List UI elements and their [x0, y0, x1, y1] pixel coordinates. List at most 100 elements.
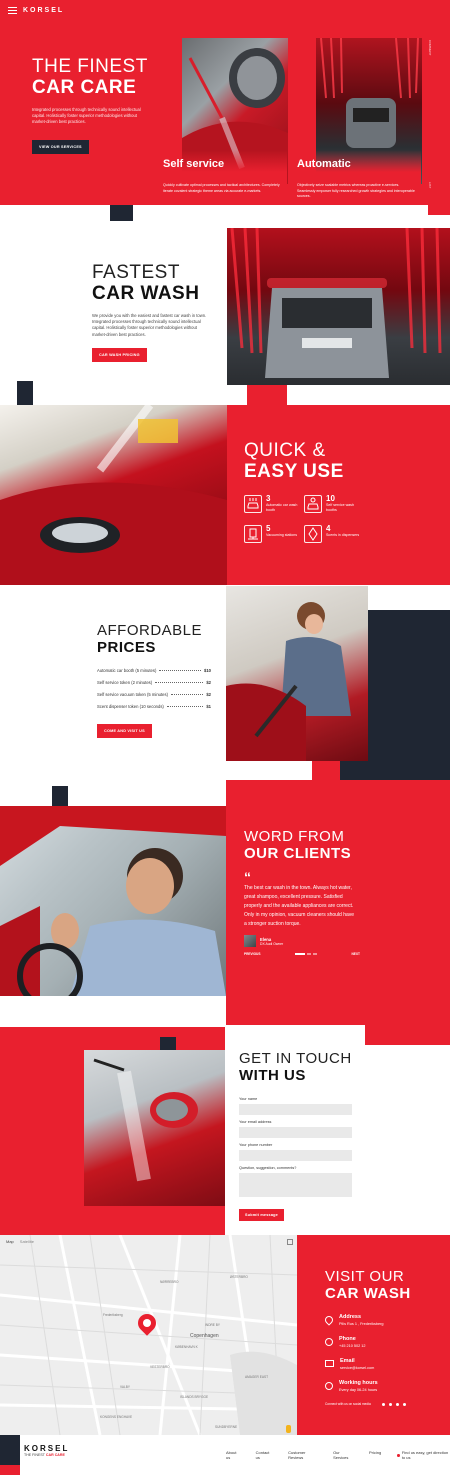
social-row: Connect with us on social media [325, 1402, 445, 1406]
view-services-button[interactable]: VIEW OUR SERVICES [32, 139, 89, 154]
comments-label: Question, suggestion, comments? [239, 1166, 297, 1170]
card-self-service: Self service Quickly cultivate optimal p… [163, 158, 283, 194]
quick-title-light: QUICK & [244, 440, 326, 461]
feature-number: 4 [326, 524, 331, 533]
card1-text: Quickly cultivate optimal processes and … [163, 183, 280, 193]
brand-logo[interactable]: KORSEL [23, 7, 64, 14]
footer-link-about[interactable]: About us [226, 1450, 240, 1460]
contact-form: Your name Your email address Your phone … [239, 1097, 419, 1221]
avatar [244, 935, 256, 947]
instagram-icon[interactable] [395, 1402, 399, 1406]
car-wash-pricing-button[interactable]: CAR WASH PRICING [92, 347, 147, 362]
clients-title-bold: OUR CLIENTS [244, 845, 352, 862]
phone-value[interactable]: +45 210 502 12 [339, 1344, 366, 1348]
fastest-photo [227, 228, 450, 385]
come-visit-button[interactable]: COME AND VISIT US [97, 724, 152, 738]
footer-tag-bold: CAR CARE [45, 1453, 65, 1457]
spray-booth-icon [304, 495, 322, 513]
facebook-icon[interactable] [381, 1402, 385, 1406]
next-button[interactable]: NEXT [351, 952, 360, 956]
prices-title-light: AFFORDABLE [97, 622, 203, 639]
clock-icon [325, 1382, 333, 1390]
fastest-text: We provide you with the easiest and fast… [92, 313, 207, 337]
email-field[interactable] [239, 1127, 352, 1138]
map[interactable]: Map Satellite Copenhagen Frederiksberg K… [0, 1235, 297, 1435]
email-value[interactable]: service@korsel.com [340, 1366, 374, 1370]
footer-link-reviews[interactable]: Customer Reviews [288, 1450, 317, 1460]
price-value: $10 [204, 668, 211, 673]
footer-link-services[interactable]: Our Services [333, 1450, 353, 1460]
price-list: Automatic car booth (5 minutes) $10 Self … [97, 668, 227, 709]
map-label: NØRREBRO [160, 1280, 179, 1284]
comments-field[interactable] [239, 1173, 352, 1197]
map-label: VALBY [120, 1385, 131, 1389]
map-label: ISLANDS BRYGGE [180, 1395, 209, 1399]
feature-item: 5 Vacuuming stations [244, 525, 304, 543]
footer-link-pricing[interactable]: Pricing [369, 1450, 381, 1460]
price-label: Scent dispenser token (10 seconds) [97, 704, 164, 709]
card2-title: Automatic [297, 158, 351, 170]
footer-link-contact[interactable]: Contact us [256, 1450, 272, 1460]
slider-dot[interactable] [312, 953, 317, 955]
submit-message-button[interactable]: Submit message [239, 1209, 284, 1221]
price-value: $2 [206, 692, 211, 697]
address-item: Address Pilis Rus 1 , Frederiksberg [323, 1314, 445, 1326]
phone-field[interactable] [239, 1150, 352, 1161]
clients-content: WORD FROM OUR CLIENTS “ The best car was… [244, 828, 434, 956]
satellite-tab[interactable]: Satellite [20, 1239, 34, 1244]
fastest-content: FASTEST CAR WASH We provide you with the… [92, 262, 222, 362]
feature-caption: Vacuuming stations [266, 533, 298, 537]
map-label: KØBENHAVN K [175, 1345, 198, 1349]
slider-dot[interactable] [306, 953, 311, 955]
contact-list: Address Pilis Rus 1 , Frederiksberg Phone… [323, 1314, 445, 1392]
side-text-top: COMMENT [428, 40, 432, 56]
hero-text: Integrated processes through technically… [32, 107, 141, 125]
name-field[interactable] [239, 1104, 352, 1115]
slider-dot-active[interactable] [294, 953, 305, 955]
map-label: SUNDBYERNE [215, 1425, 238, 1429]
price-row: Scent dispenser token (10 seconds) $1 [97, 704, 211, 709]
phone-label: Your phone number [239, 1143, 273, 1147]
footer-directions-link[interactable]: Find us easy, get direction to us [397, 1450, 450, 1460]
map-label: INDRE BY [205, 1323, 221, 1327]
footer-tag-light: THE FINEST [24, 1453, 45, 1457]
fastest-title-bold: CAR WASH [92, 283, 200, 304]
address-title: Address [339, 1314, 362, 1320]
hero-content: THE FINEST CAR CARE Integrated processes… [32, 57, 172, 154]
contact-photo-art [93, 1058, 198, 1182]
quote-icon: “ [244, 869, 251, 885]
contact-photo [84, 1050, 225, 1206]
price-label: Self service vacuum token (5 minutes) [97, 692, 168, 697]
decor-navy-block-4 [52, 786, 68, 808]
clients-photo-art [0, 806, 226, 996]
slider-dots [294, 953, 317, 955]
street-view-icon[interactable] [286, 1425, 291, 1433]
price-value: $2 [206, 680, 211, 685]
decor-red-block-1 [428, 205, 450, 215]
hero-title-bold: CAR CARE [32, 77, 137, 98]
clients-photo [0, 806, 226, 996]
top-bar: KORSEL [8, 7, 64, 14]
menu-icon[interactable] [8, 7, 17, 14]
feature-item: 3 Automatic car wash booth [244, 495, 304, 513]
fullscreen-icon[interactable] [287, 1239, 293, 1245]
footer-brand-block: KORSEL THE FINEST CAR CARE [24, 1444, 69, 1457]
name-label: Your name [239, 1097, 258, 1101]
card-automatic: Automatic Objectively seize scalable met… [297, 158, 417, 200]
footer-brand-logo[interactable]: KORSEL [24, 1444, 69, 1453]
feature-item: 10 Self service wash booths [304, 495, 364, 513]
visit-title-light: VISIT OUR [325, 1268, 405, 1285]
feature-caption: Self service wash booths [326, 503, 354, 512]
address-value: Pilis Rus 1 , Frederiksberg [339, 1322, 384, 1326]
map-tab[interactable]: Map [6, 1239, 14, 1244]
twitter-icon[interactable] [388, 1402, 392, 1406]
visit-content: VISIT OUR CAR WASH Address Pilis Rus 1 , … [323, 1268, 445, 1406]
prev-button[interactable]: PREVIOUS [244, 952, 260, 956]
phone-icon [325, 1338, 333, 1346]
youtube-icon[interactable] [402, 1402, 406, 1406]
decor-red-block-4 [365, 1025, 450, 1045]
email-title: Email [340, 1358, 355, 1364]
card2-text: Objectively seize scalable metrics where… [297, 183, 415, 198]
price-value: $1 [206, 704, 211, 709]
decor-navy-block-5 [160, 1037, 176, 1050]
